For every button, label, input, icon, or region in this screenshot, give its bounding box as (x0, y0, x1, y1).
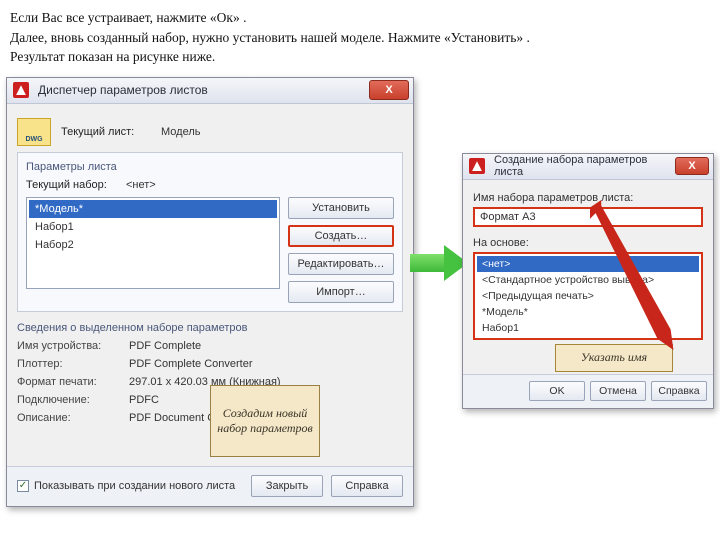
doc-line-3: Результат показан на рисунке ниже. (10, 47, 710, 67)
help-button[interactable]: Справка (331, 475, 403, 497)
page-set-list[interactable]: *Модель* Набор1 Набор2 (26, 197, 280, 289)
callout-create-new-set: Создадим новый набор параметров (210, 385, 320, 457)
plotter-value: PDF Complete Converter (129, 358, 253, 370)
current-set-value: <нет> (126, 179, 156, 191)
basis-label: На основе: (473, 237, 703, 249)
new-button[interactable]: Создать… (288, 225, 394, 247)
list-item[interactable]: <нет> (477, 256, 699, 272)
basis-list[interactable]: <нет> <Стандартное устройство вывода> <П… (473, 252, 703, 340)
current-sheet-value: Модель (161, 126, 200, 138)
close-icon[interactable]: X (369, 80, 409, 100)
details-title: Сведения о выделенном наборе параметров (17, 322, 403, 334)
name-label: Имя набора параметров листа: (473, 192, 703, 204)
doc-line-1: Если Вас все устраивает, нажмите «Ок» . (10, 8, 710, 28)
show-on-new-sheet-checkbox[interactable]: ✓ Показывать при создании нового листа (17, 480, 235, 492)
group-title: Параметры листа (26, 161, 394, 173)
connection-label: Подключение: (17, 394, 129, 406)
list-item[interactable]: Набор1 (477, 320, 699, 336)
callout-specify-name: Указать имя (555, 344, 673, 372)
checkbox-label: Показывать при создании нового листа (34, 480, 235, 492)
doc-paragraphs: Если Вас все устраивает, нажмите «Ок» . … (0, 0, 720, 77)
import-button[interactable]: Импорт… (288, 281, 394, 303)
help-button[interactable]: Справка (651, 381, 707, 401)
titlebar[interactable]: Диспетчер параметров листов X (7, 78, 413, 104)
checkbox-icon: ✓ (17, 480, 29, 492)
set-current-button[interactable]: Установить (288, 197, 394, 219)
name-input[interactable]: Формат А3 (473, 207, 703, 227)
format-label: Формат печати: (17, 376, 129, 388)
current-set-label: Текущий набор: (26, 179, 126, 191)
close-button[interactable]: Закрыть (251, 475, 323, 497)
edit-button[interactable]: Редактировать… (288, 253, 394, 275)
page-sets-group: Параметры листа Текущий набор: <нет> *Мо… (17, 152, 403, 312)
doc-line-2: Далее, вновь созданный набор, нужно уста… (10, 28, 710, 48)
dwg-icon: DWG (17, 118, 51, 146)
name-value: Формат А3 (480, 211, 536, 223)
dialog-title: Диспетчер параметров листов (34, 83, 369, 97)
list-item[interactable]: <Предыдущая печать> (477, 288, 699, 304)
list-item[interactable]: Набор1 (29, 218, 277, 236)
plotter-label: Плоттер: (17, 358, 129, 370)
app-icon (469, 158, 485, 174)
device-label: Имя устройства: (17, 340, 129, 352)
description-label: Описание: (17, 412, 129, 424)
titlebar[interactable]: Создание набора параметров листа X (463, 154, 713, 180)
current-sheet-label: Текущий лист: (61, 126, 161, 138)
device-value: PDF Complete (129, 340, 201, 352)
app-icon (13, 82, 29, 98)
green-arrow-icon (410, 245, 468, 281)
connection-value: PDFC (129, 394, 159, 406)
ok-button[interactable]: OK (529, 381, 585, 401)
dialog-title: Создание набора параметров листа (490, 154, 675, 178)
list-item[interactable]: <Стандартное устройство вывода> (477, 272, 699, 288)
list-item[interactable]: *Модель* (477, 304, 699, 320)
list-item[interactable]: Набор2 (29, 236, 277, 254)
cancel-button[interactable]: Отмена (590, 381, 646, 401)
close-icon[interactable]: X (675, 157, 709, 175)
list-item[interactable]: Набор2 (477, 336, 699, 340)
list-item[interactable]: *Модель* (29, 200, 277, 218)
